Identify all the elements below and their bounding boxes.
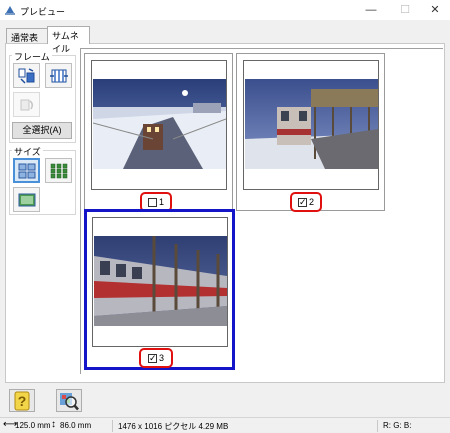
thumbnail-image-3 bbox=[94, 236, 227, 326]
small-thumbnail-button[interactable] bbox=[13, 187, 40, 212]
thumbnail-card-3[interactable]: ✓ 3 bbox=[84, 209, 235, 370]
close-button[interactable]: ✕ bbox=[420, 0, 450, 20]
minimize-button[interactable]: — bbox=[356, 0, 386, 20]
title-bar: プレビュー — ☐ ✕ bbox=[0, 0, 450, 20]
frame-group-label: フレーム bbox=[12, 50, 52, 63]
thumbnail-number: 1 bbox=[158, 197, 164, 207]
status-bar: ⟷ 125.0 mm ↕ 86.0 mm 1476 x 1016 ピクセル 4.… bbox=[0, 417, 450, 433]
help-button[interactable]: ? bbox=[9, 389, 35, 412]
scanner-app-icon bbox=[5, 6, 15, 15]
size-group-label: サイズ bbox=[12, 145, 43, 158]
frame-auto-locate-icon bbox=[18, 67, 34, 84]
frame-rotate-icon bbox=[20, 99, 33, 110]
small-thumbnail-icon bbox=[18, 193, 35, 206]
zoom-preview-button[interactable] bbox=[56, 389, 82, 412]
select-all-button[interactable]: 全選択(A) bbox=[12, 122, 72, 139]
status-divider bbox=[377, 420, 378, 432]
status-rgb: R: G: B: bbox=[383, 421, 412, 430]
frame-adjust-button[interactable] bbox=[45, 63, 72, 88]
large-thumbnail-button[interactable] bbox=[13, 158, 40, 183]
checkbox-box: ✓ bbox=[147, 352, 157, 363]
height-arrow-icon: ↕ bbox=[51, 419, 56, 430]
tab-normal-view[interactable]: 通常表示 bbox=[6, 28, 48, 56]
checkbox-box bbox=[147, 197, 157, 207]
thumbnail-checkbox-2[interactable]: ✓ 2 bbox=[290, 192, 322, 212]
medium-thumbnail-button[interactable] bbox=[45, 158, 72, 183]
thumbnail-checkbox-3[interactable]: ✓ 3 bbox=[139, 348, 173, 368]
thumbnail-card-2[interactable]: ✓ 2 bbox=[236, 53, 385, 212]
frame-adjust-icon bbox=[49, 69, 68, 82]
window-title: プレビュー bbox=[20, 7, 66, 17]
svg-text:?: ? bbox=[18, 393, 27, 409]
large-thumbnail-icon bbox=[18, 163, 35, 178]
medium-thumbnail-icon bbox=[50, 163, 67, 178]
thumbnail-number: 3 bbox=[158, 353, 164, 363]
frame-rotate-button[interactable] bbox=[13, 92, 40, 117]
checkbox-box: ✓ bbox=[297, 196, 307, 207]
thumbnail-frame bbox=[92, 217, 228, 347]
thumbnail-number: 2 bbox=[308, 197, 314, 207]
help-icon: ? bbox=[14, 391, 30, 410]
status-pixels: 1476 x 1016 ピクセル 4.29 MB bbox=[118, 422, 229, 431]
maximize-button[interactable]: ☐ bbox=[390, 0, 420, 20]
thumbnail-frame bbox=[91, 60, 227, 190]
status-height: 86.0 mm bbox=[60, 421, 92, 430]
frame-auto-locate-button[interactable] bbox=[13, 63, 40, 88]
thumbnail-image-2 bbox=[245, 79, 378, 169]
zoom-preview-icon bbox=[60, 392, 79, 410]
status-width: 125.0 mm bbox=[15, 421, 51, 430]
thumbnail-card-1[interactable]: 1 bbox=[84, 53, 233, 212]
thumbnail-image-1 bbox=[93, 79, 226, 169]
tab-thumbnail[interactable]: サムネイル bbox=[47, 26, 90, 54]
status-divider bbox=[112, 420, 113, 432]
thumbnail-frame bbox=[243, 60, 379, 190]
